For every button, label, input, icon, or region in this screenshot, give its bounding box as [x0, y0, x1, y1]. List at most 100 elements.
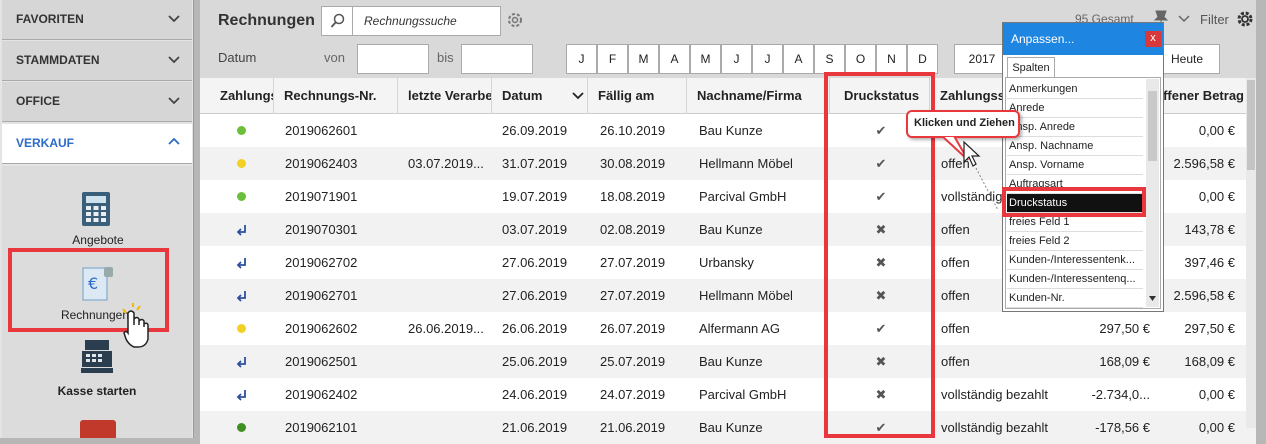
return-arrow-icon: [236, 258, 246, 269]
sidebar: FAVORITEN STAMMDATEN OFFICE VERKAUF Ange…: [0, 0, 194, 438]
tab-spalten[interactable]: Spalten: [1007, 57, 1055, 78]
month-button[interactable]: S: [814, 44, 845, 74]
column-list-scrollbar[interactable]: [1146, 79, 1159, 307]
cell-pay: offen: [941, 255, 970, 270]
cell-due: 25.07.2019: [600, 354, 666, 369]
cell-open: 0,00 €: [1198, 420, 1235, 435]
month-button[interactable]: A: [783, 44, 814, 74]
table-row[interactable]: 2019062501 25.06.2019 25.07.2019 Bau Kunze o…: [200, 345, 1256, 378]
status-dot: [237, 192, 246, 201]
column-option[interactable]: Ansp. Vorname: [1007, 156, 1143, 175]
month-button[interactable]: M: [628, 44, 659, 74]
cell-due: 27.07.2019: [600, 255, 666, 270]
search-input[interactable]: Rechnungssuche: [321, 6, 501, 36]
cell-due: 21.06.2019: [600, 420, 666, 435]
column-header[interactable]: Fällig am: [588, 78, 687, 114]
sidebar-section-stammdaten[interactable]: STAMMDATEN: [2, 41, 192, 81]
cell-name: Parcival GmbH: [699, 189, 787, 204]
cell-nr: 2019062101: [285, 420, 358, 435]
column-header[interactable]: Nachname/Firma: [687, 78, 830, 114]
cell-name: Hellmann Möbel: [699, 288, 793, 303]
cell-nr: 2019062501: [285, 354, 358, 369]
table-scrollbar[interactable]: [1246, 78, 1256, 428]
toolbox-icon[interactable]: [80, 420, 116, 438]
column-option[interactable]: Ansp. Nachname: [1007, 137, 1143, 156]
gear-icon[interactable]: [1236, 10, 1254, 28]
cell-nr: 2019062702: [285, 255, 358, 270]
search-icon: [330, 13, 345, 28]
sidebar-section-verkauf[interactable]: VERKAUF: [2, 124, 192, 164]
search-placeholder: Rechnungssuche: [364, 14, 457, 28]
sidebar-section-label: FAVORITEN: [16, 12, 84, 26]
return-arrow-icon: [236, 390, 246, 401]
cell-open: 0,00 €: [1198, 189, 1235, 204]
nav-item-angebote[interactable]: Angebote: [0, 188, 190, 248]
cell-date: 27.06.2019: [502, 288, 568, 303]
cell-nr: 2019062601: [285, 123, 358, 138]
cell-nr: 2019070301: [285, 222, 358, 237]
column-header[interactable]: Zahlungsstatus: [210, 78, 274, 114]
column-header[interactable]: letzte Verarbeitung: [398, 78, 492, 114]
nav-item-kasse-starten[interactable]: Kasse starten: [0, 336, 190, 398]
page-title: Rechnungen: [218, 12, 315, 29]
date-to-input[interactable]: [461, 44, 533, 74]
close-button[interactable]: x: [1145, 31, 1161, 47]
column-option[interactable]: Kunden-/Interessentenk...: [1007, 251, 1143, 270]
month-button[interactable]: J: [566, 44, 597, 74]
cell-nr: 2019062602: [285, 321, 358, 336]
sidebar-section-office[interactable]: OFFICE: [2, 82, 192, 122]
table-row[interactable]: 2019062101 21.06.2019 21.06.2019 Bau Kunze v…: [200, 411, 1256, 444]
search-settings-gear-icon[interactable]: [505, 10, 525, 30]
scroll-down-arrow-icon[interactable]: [1148, 295, 1157, 303]
month-button[interactable]: J: [752, 44, 783, 74]
drag-arrow-cursor-icon: [963, 140, 999, 211]
column-option[interactable]: freies Feld 2: [1007, 232, 1143, 251]
cell-open: 2.596,58 €: [1173, 288, 1235, 303]
cell-due: 27.07.2019: [600, 288, 666, 303]
chevron-down-icon: [168, 56, 180, 64]
cell-nr: 2019062403: [285, 156, 358, 171]
month-button[interactable]: N: [876, 44, 907, 74]
to-label: bis: [437, 50, 454, 65]
column-header[interactable]: Zahlungsstatus: [930, 78, 1010, 114]
chevron-down-icon[interactable]: [1178, 14, 1190, 24]
table-row[interactable]: 2019062602 26.06.2019... 26.06.2019 26.07.2…: [200, 312, 1256, 345]
return-arrow-icon: [236, 291, 246, 302]
table-row[interactable]: 2019062402 24.06.2019 24.07.2019 Parcival G…: [200, 378, 1256, 411]
column-option[interactable]: Anmerkungen: [1007, 80, 1143, 99]
month-button[interactable]: F: [597, 44, 628, 74]
cell-name: Urbansky: [699, 255, 754, 270]
sort-chevron-icon[interactable]: [572, 92, 584, 100]
cell-date: 27.06.2019: [502, 255, 568, 270]
column-option[interactable]: Kunden-/Interessentenq...: [1007, 270, 1143, 289]
status-dot: [237, 324, 246, 333]
month-button[interactable]: J: [721, 44, 752, 74]
month-button[interactable]: A: [659, 44, 690, 74]
column-option[interactable]: Anrede: [1007, 99, 1143, 118]
status-dot: [237, 423, 246, 432]
column-header[interactable]: Rechnungs-Nr.: [274, 78, 398, 114]
highlight-druckstatus-item: [1002, 187, 1146, 217]
cell-amount: 168,09 €: [1099, 354, 1150, 369]
column-header[interactable]: offener Betrag: [1156, 78, 1246, 114]
filter-label[interactable]: Filter: [1200, 12, 1229, 27]
column-option[interactable]: Kunden-Nr.: [1007, 289, 1143, 308]
cell-nr: 2019062402: [285, 387, 358, 402]
cell-name: Bau Kunze: [699, 123, 763, 138]
column-option[interactable]: Ansp. Anrede: [1007, 118, 1143, 137]
cell-nr: 2019071901: [285, 189, 358, 204]
cell-date: 26.06.2019: [502, 321, 568, 336]
cell-amount: -2.734,0...: [1091, 387, 1150, 402]
sidebar-section-favoriten[interactable]: FAVORITEN: [2, 0, 192, 40]
month-button[interactable]: M: [690, 44, 721, 74]
dialog-title-bar[interactable]: Anpassen... x: [1003, 23, 1163, 55]
dialog-title: Anpassen...: [1011, 32, 1075, 46]
cell-name: Alfermann AG: [699, 321, 780, 336]
month-button[interactable]: O: [845, 44, 876, 74]
cell-date: 21.06.2019: [502, 420, 568, 435]
cell-pay: vollständig bezahlt: [941, 387, 1048, 402]
cell-pay: vollständig bezahlt: [941, 420, 1048, 435]
month-button[interactable]: D: [907, 44, 938, 74]
date-from-input[interactable]: [357, 44, 429, 74]
cell-open: 297,50 €: [1184, 321, 1235, 336]
